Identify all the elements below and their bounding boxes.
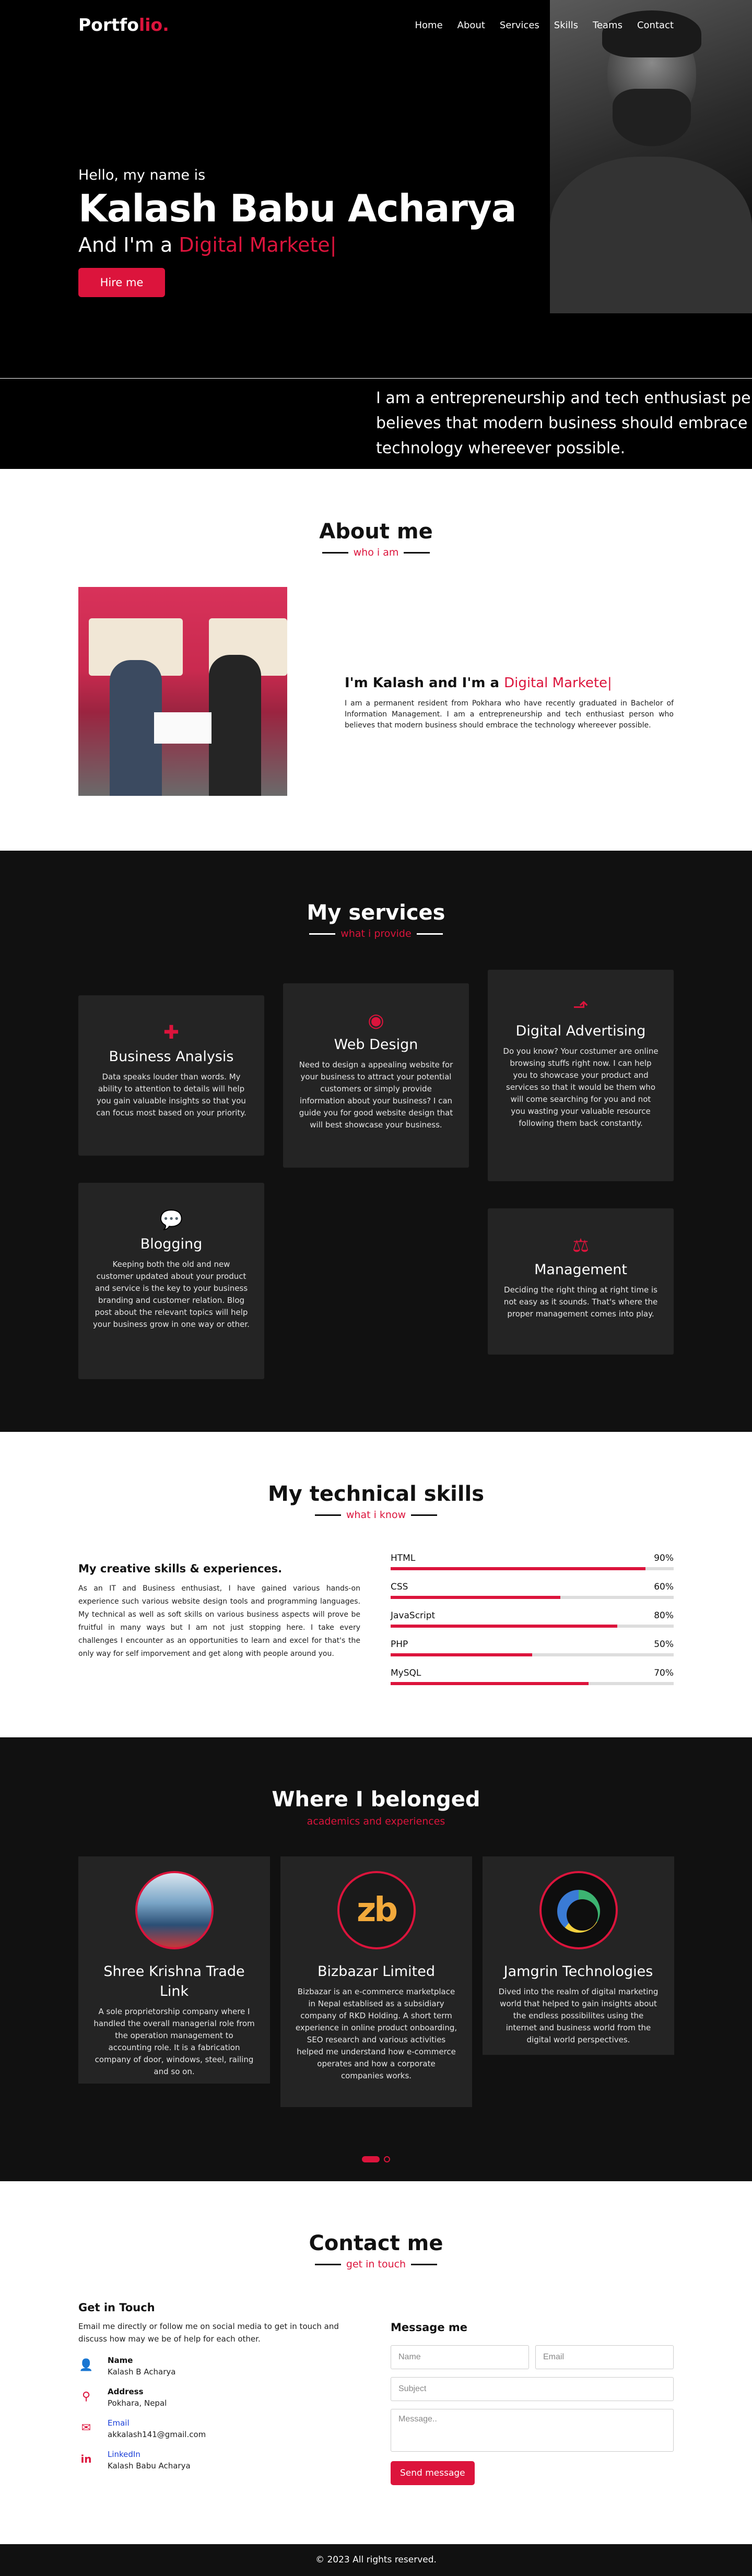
bizbazar-logo: zb (337, 1871, 416, 1949)
contact-heading: Contact me get in touch (0, 2231, 752, 2270)
section-title: About me (319, 520, 433, 544)
skill-bars: HTML 90% CSS 60% JavaScript 80% PHP 50% MySQ… (391, 1553, 674, 1697)
footer-text: © 2023 All rights reserved. (315, 2555, 437, 2565)
navbar: Portfolio. Home About Services Skills Te… (0, 0, 752, 52)
jamgrin-logo (539, 1871, 618, 1949)
skills-description: My creative skills & experiences. As an … (78, 1562, 360, 1658)
service-card-web-design: ◉ Web Design Need to design a appealing … (283, 983, 469, 1168)
comments-icon: 💬 (159, 1209, 183, 1231)
company-photo (135, 1871, 214, 1949)
experience-heading: Where I belonged academics and experienc… (0, 1787, 752, 1827)
section-subtitle: what i know (0, 1509, 752, 1521)
skill-bar-php: PHP 50% (391, 1639, 674, 1656)
about-section: About me who i am I'm Kalash and I'm a D… (0, 469, 752, 851)
footer: © 2023 All rights reserved. (0, 2544, 752, 2576)
section-title: Contact me (309, 2231, 443, 2255)
section-title: Where I belonged (272, 1787, 480, 1812)
carousel-dot-active[interactable] (362, 2156, 380, 2162)
contact-email[interactable]: ✉ Email akkalash141@gmail.com (78, 2418, 360, 2439)
experience-card-bizbazar: zb Bizbazar Limited Bizbazar is an e-com… (280, 1856, 472, 2107)
skills-heading: My technical skills what i know (0, 1482, 752, 1521)
section-title: My technical skills (267, 1482, 485, 1506)
puzzle-icon: ✚ (163, 1022, 180, 1043)
services-heading: My services what i provide (0, 901, 752, 939)
nav-item-contact[interactable]: Contact (637, 20, 674, 31)
hero-name: Kalash Babu Acharya (78, 186, 516, 230)
logo[interactable]: Portfolio. (78, 15, 169, 35)
skill-bar-html: HTML 90% (391, 1553, 674, 1570)
experience-section: Where I belonged academics and experienc… (0, 1737, 752, 2181)
skill-bar-css: CSS 60% (391, 1582, 674, 1599)
hero-text: Hello, my name is Kalash Babu Acharya An… (78, 167, 516, 297)
intro-strip-text: I am a entrepreneurship and tech enthusi… (376, 389, 752, 457)
map-pin-icon: ⚲ (81, 2390, 91, 2403)
subject-field[interactable]: Subject (391, 2377, 674, 2401)
contact-section: Contact me get in touch Get in Touch Ema… (0, 2181, 752, 2544)
section-title: My services (307, 901, 445, 925)
email-field[interactable]: Email (535, 2345, 674, 2369)
experience-card-jamgrin: Jamgrin Technologies Dived into the real… (483, 1856, 674, 2055)
message-field[interactable]: Message.. (391, 2409, 674, 2452)
nav-item-skills[interactable]: Skills (554, 20, 578, 31)
contact-address: ⚲ Address Pokhara, Nepal (78, 2387, 360, 2408)
service-card-blogging: 💬 Blogging Keeping both the old and new … (78, 1183, 264, 1379)
chart-line-icon: ⬏ (572, 996, 589, 1018)
section-subtitle: academics and experiences (307, 1816, 445, 1827)
service-card-management: ⚖ Management Deciding the right thing at… (488, 1208, 674, 1355)
about-headline: I'm Kalash and I'm a Digital Markete| (345, 675, 612, 691)
globe-icon: ◉ (368, 1010, 384, 1031)
hero-greeting: Hello, my name is (78, 167, 206, 183)
intro-strip: I am a entrepreneurship and tech enthusi… (0, 379, 752, 469)
experience-card-shree-krishna: Shree Krishna Trade Link A sole propriet… (78, 1856, 270, 2084)
hero-role: And I'm a Digital Markete| (78, 233, 337, 256)
hero-role-typed: Digital Markete (179, 233, 330, 256)
linkedin-icon: in (80, 2453, 92, 2465)
carousel-pager (0, 2156, 752, 2162)
about-photo (78, 587, 287, 796)
user-icon: 👤 (79, 2359, 93, 2372)
about-heading: About me who i am (0, 520, 752, 558)
name-field[interactable]: Name (391, 2345, 529, 2369)
contact-info: Get in Touch Email me directly or follow… (78, 2301, 360, 2471)
about-paragraph: I am a permanent resident from Pokhara w… (345, 699, 674, 730)
skill-bar-javascript: JavaScript 80% (391, 1610, 674, 1628)
carousel-dot[interactable] (384, 2156, 390, 2162)
nav-item-home[interactable]: Home (415, 20, 443, 31)
contact-linkedin[interactable]: in LinkedIn Kalash Babu Acharya (78, 2450, 360, 2471)
hire-me-button[interactable]: Hire me (78, 268, 165, 297)
skill-bar-mysql: MySQL 70% (391, 1668, 674, 1685)
contact-form: Message me Name Email Subject Message.. … (391, 2321, 674, 2485)
skills-section: My technical skills what i know My creat… (0, 1432, 752, 1737)
services-section: My services what i provide ✚ Business An… (0, 851, 752, 1432)
service-card-digital-advertising: ⬏ Digital Advertising Do you know? Your … (488, 970, 674, 1181)
hero-section: Hello, my name is Kalash Babu Acharya An… (0, 0, 752, 379)
section-subtitle: what i provide (0, 928, 752, 939)
section-subtitle: who i am (0, 547, 752, 558)
envelope-icon: ✉ (81, 2421, 91, 2434)
nav-menu: Home About Services Skills Teams Contact (415, 20, 674, 31)
service-card-business-analysis: ✚ Business Analysis Data speaks louder t… (78, 995, 264, 1156)
section-subtitle: get in touch (0, 2259, 752, 2270)
send-message-button[interactable]: Send message (391, 2461, 475, 2485)
contact-name: 👤 Name Kalash B Acharya (79, 2356, 176, 2377)
about-body: I'm Kalash and I'm a Digital Markete| I … (345, 675, 674, 731)
nav-item-teams[interactable]: Teams (593, 20, 622, 31)
nav-item-services[interactable]: Services (500, 20, 539, 31)
nav-item-about[interactable]: About (457, 20, 485, 31)
scale-icon: ⚖ (572, 1235, 590, 1256)
